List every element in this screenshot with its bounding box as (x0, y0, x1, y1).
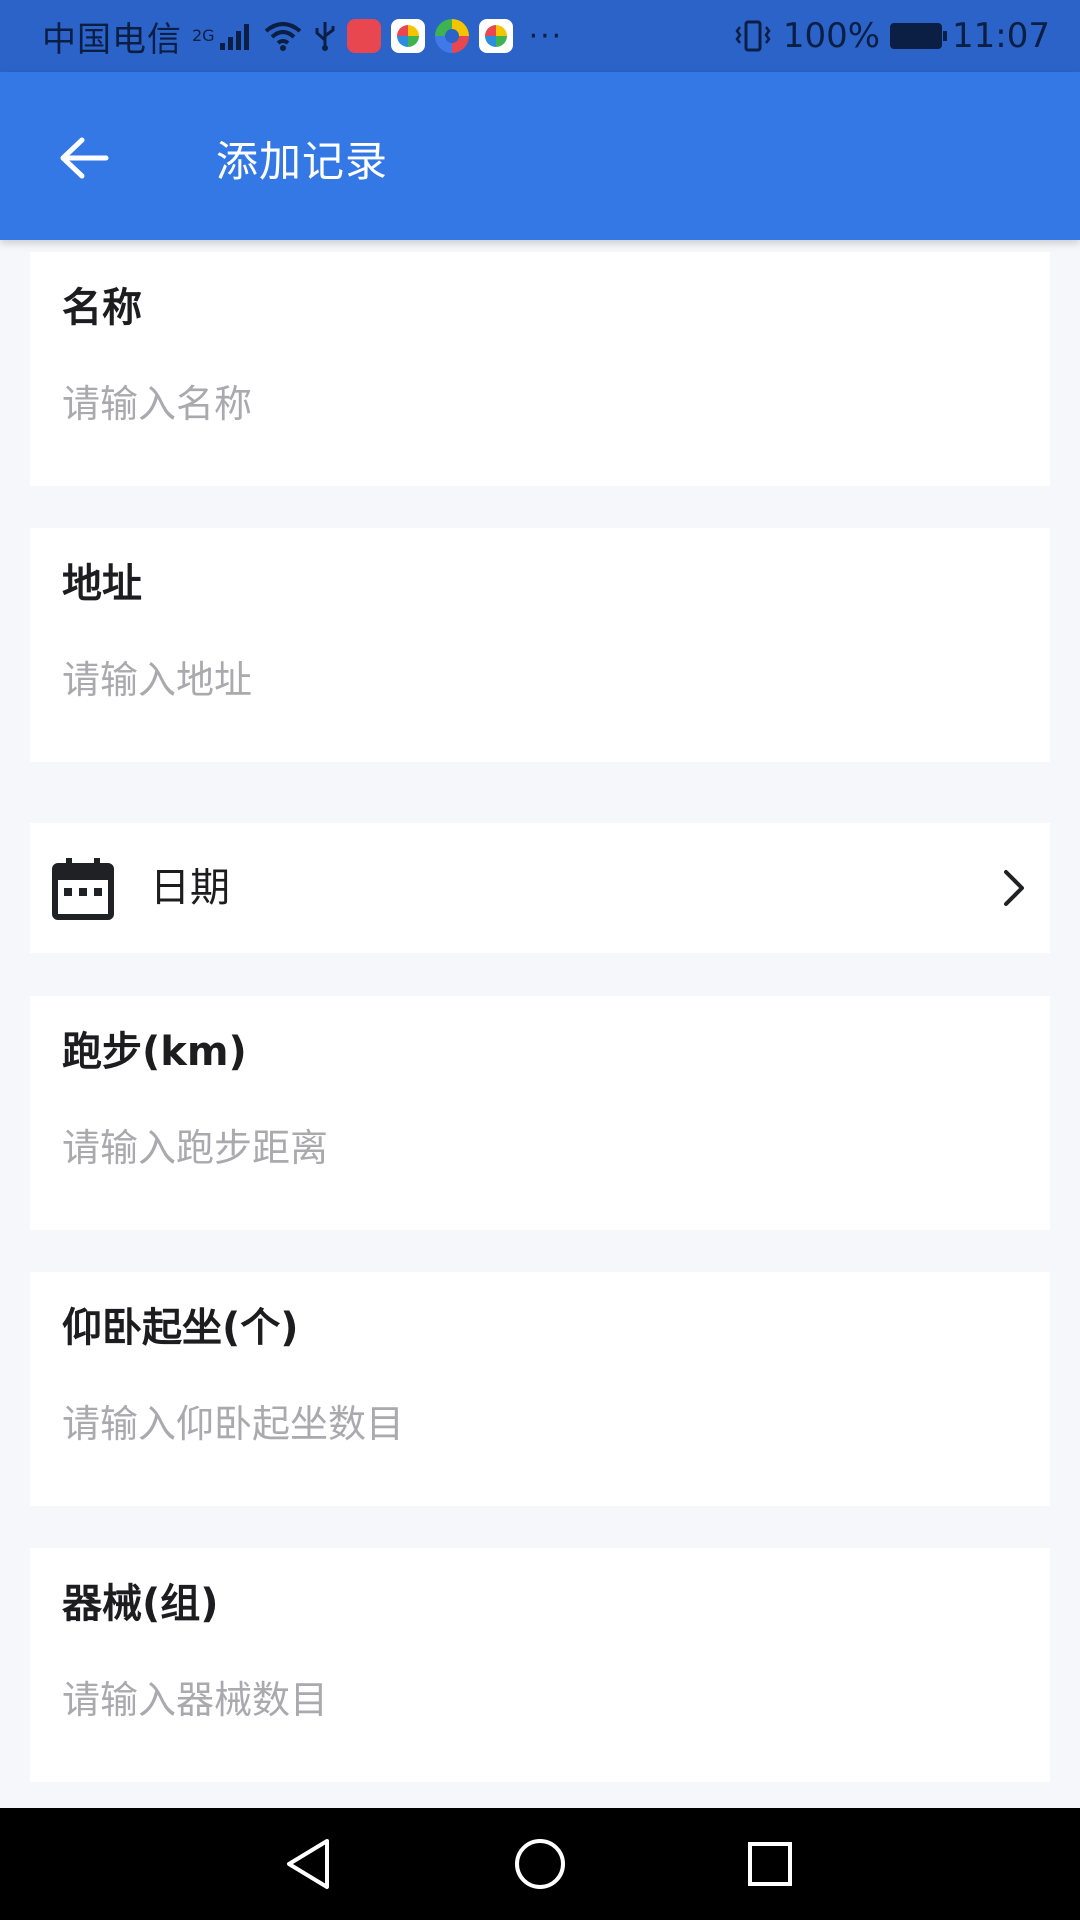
name-label: 名称 (62, 285, 142, 331)
status-bar: 中国电信 2G ··· 100% 11:07 (0, 0, 1080, 72)
app-ring-icon (434, 19, 469, 53)
app-notification-icon (390, 19, 425, 53)
battery-icon (890, 23, 948, 49)
date-label: 日期 (150, 865, 230, 911)
address-input[interactable] (62, 652, 1002, 708)
nav-back-button[interactable] (278, 1834, 338, 1894)
running-label: 跑步(km) (62, 1029, 247, 1075)
more-notifications-icon: ··· (528, 18, 564, 54)
huawei-appgallery-icon (346, 19, 381, 53)
situps-label: 仰卧起坐(个) (62, 1305, 299, 1351)
address-field-card: 地址 (30, 528, 1050, 762)
page-title: 添加记录 (216, 137, 389, 186)
nav-recents-button[interactable] (740, 1834, 800, 1894)
clock: 11:07 (952, 16, 1050, 56)
signal-icon (219, 21, 253, 51)
name-field-card: 名称 (30, 252, 1050, 486)
running-field-card: 跑步(km) (30, 996, 1050, 1230)
system-navigation-bar (0, 1808, 1080, 1920)
triangle-back-icon (287, 1839, 329, 1889)
status-right: 100% 11:07 (733, 16, 1050, 56)
network-type: 2G (192, 25, 215, 45)
battery-percent: 100% (782, 16, 881, 56)
back-button[interactable] (48, 122, 120, 194)
situps-field-card: 仰卧起坐(个) (30, 1272, 1050, 1506)
carrier-name: 中国电信 (42, 19, 182, 60)
nav-home-button[interactable] (510, 1834, 570, 1894)
situps-input[interactable] (62, 1396, 1002, 1452)
calendar-icon (52, 858, 114, 920)
usb-icon (313, 20, 337, 52)
equipment-field-card: 器械(组) (30, 1548, 1050, 1782)
chevron-right-icon (1004, 870, 1024, 906)
circle-home-icon (515, 1839, 565, 1889)
app-notification-icon-2 (478, 19, 513, 53)
equipment-label: 器械(组) (62, 1581, 219, 1627)
status-left: 中国电信 2G ··· (42, 12, 563, 61)
square-recents-icon (748, 1842, 792, 1886)
arrow-left-icon (60, 137, 109, 179)
name-input[interactable] (62, 376, 1002, 432)
equipment-input[interactable] (62, 1672, 1002, 1728)
running-input[interactable] (62, 1120, 1002, 1176)
vibrate-icon (733, 19, 773, 53)
date-picker-row[interactable]: 日期 (30, 823, 1050, 953)
app-bar: 添加记录 (0, 72, 1080, 240)
address-label: 地址 (62, 561, 142, 607)
wifi-icon (263, 20, 303, 52)
